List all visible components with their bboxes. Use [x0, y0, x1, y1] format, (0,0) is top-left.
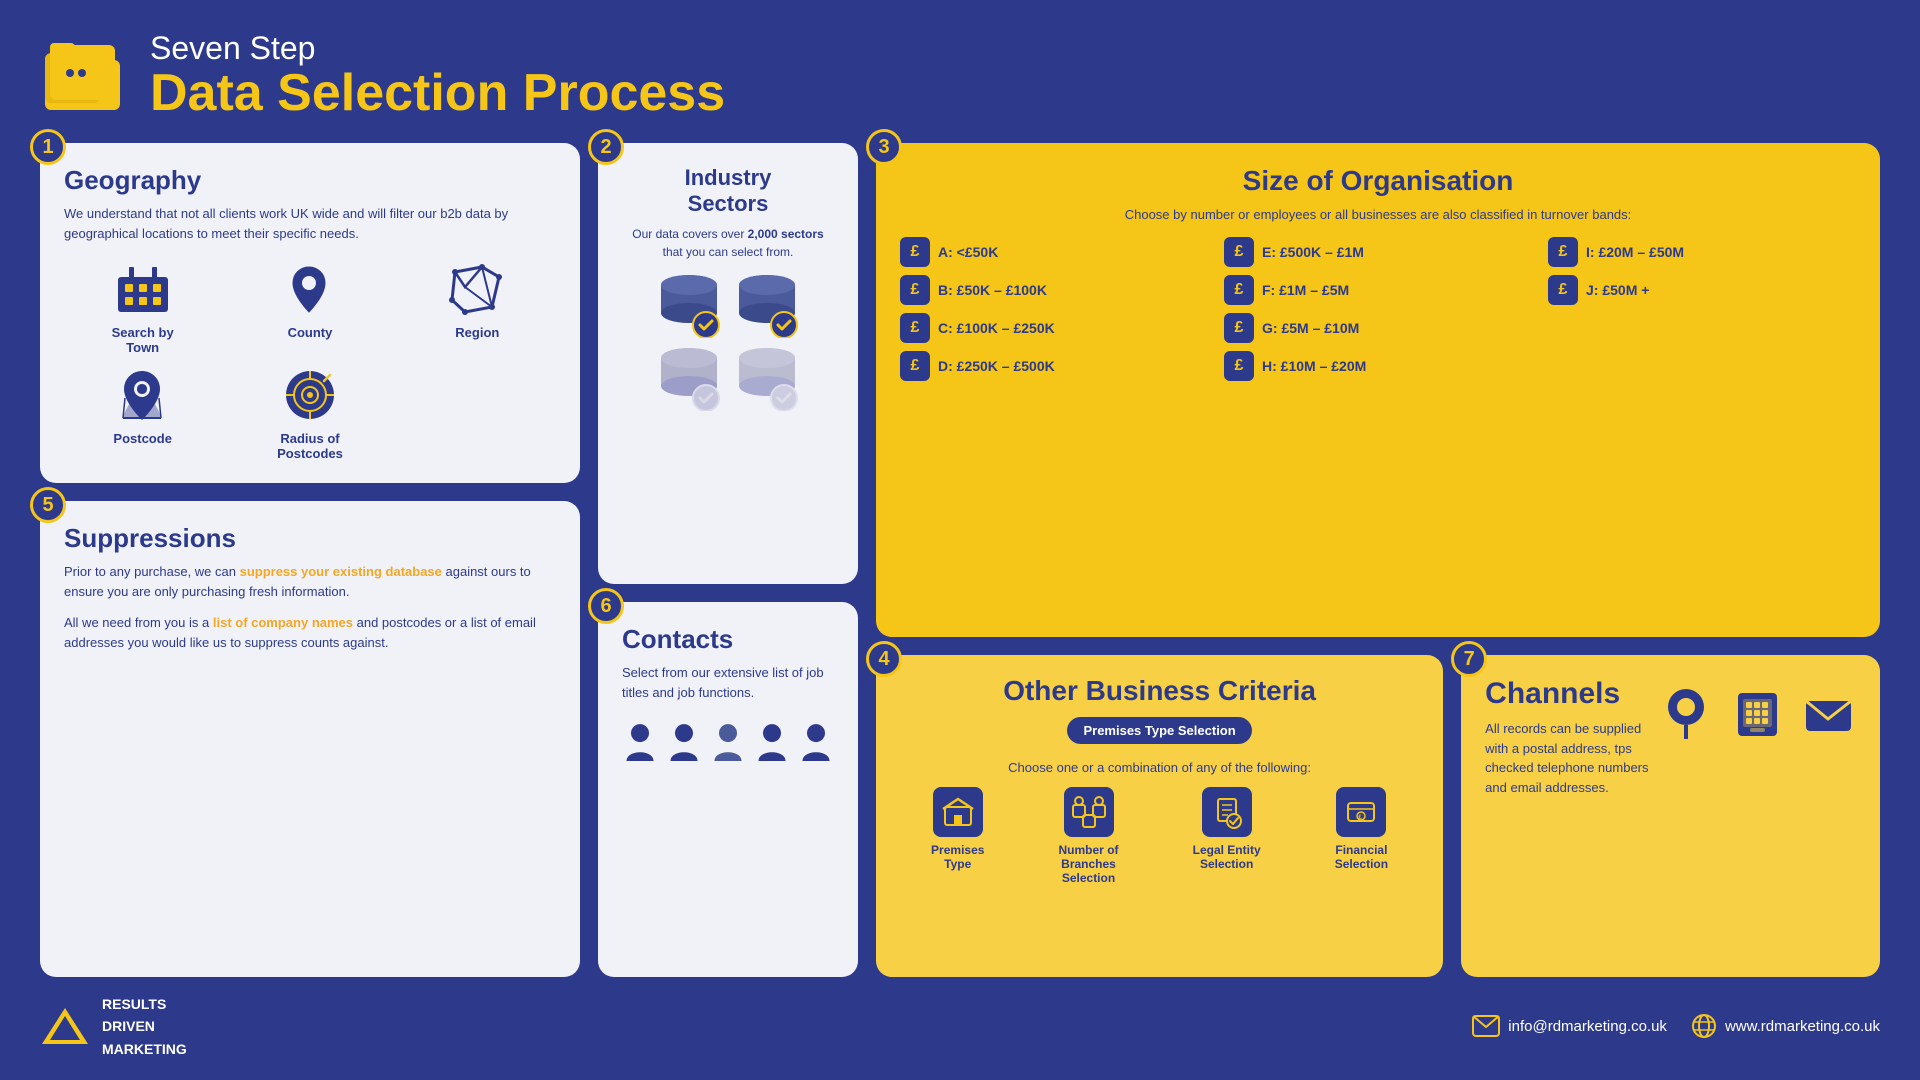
geography-card: 1 Geography We understand that not all c…: [40, 143, 580, 483]
band-j: £ J: £50M +: [1548, 275, 1856, 305]
geo-label-region: Region: [455, 325, 499, 340]
other-financial: £ FinancialSelection: [1335, 787, 1388, 871]
band-h: £ H: £10M – £20M: [1224, 351, 1532, 381]
size-bands-grid: £ A: <£50K £ E: £500K – £1M £ I: £20M – …: [900, 237, 1856, 381]
geo-label-town: Search byTown: [112, 325, 174, 355]
footer-brand-text: RESULTS DRIVEN MARKETING: [102, 993, 187, 1060]
channels-contact-icons: [1659, 687, 1856, 742]
header-icon: [40, 35, 130, 115]
header-text: Seven Step Data Selection Process: [150, 30, 725, 119]
premises-badge: Premises Type Selection: [1067, 717, 1251, 744]
suppressions-title: Suppressions: [64, 523, 556, 554]
footer-contact: info@rdmarketing.co.uk www.rdmarketing.c…: [1472, 1013, 1880, 1039]
band-a: £ A: <£50K: [900, 237, 1208, 267]
industry-title: IndustrySectors: [622, 165, 834, 217]
contacts-person-icons: [622, 718, 834, 768]
footer-email: info@rdmarketing.co.uk: [1508, 1018, 1667, 1035]
size-subtitle: Choose by number or employees or all bus…: [900, 205, 1856, 225]
header-title: Data Selection Process: [150, 67, 725, 119]
size-card: 3 Size of Organisation Choose by number …: [876, 143, 1880, 637]
step-6-number: 6: [588, 588, 624, 624]
industry-body: Our data covers over 2,000 sectors that …: [622, 225, 834, 261]
other-title: Other Business Criteria: [900, 675, 1419, 707]
footer: RESULTS DRIVEN MARKETING info@rdmarketin…: [40, 993, 1880, 1060]
band-g: £ G: £5M – £10M: [1224, 313, 1532, 343]
header-subtitle: Seven Step: [150, 30, 725, 67]
step-1-number: 1: [30, 129, 66, 165]
step-5-number: 5: [30, 487, 66, 523]
other-branches-label: Number ofBranchesSelection: [1059, 843, 1119, 885]
other-premises: PremisesType: [931, 787, 984, 871]
footer-logo: RESULTS DRIVEN MARKETING: [40, 993, 187, 1060]
geo-item-county: County: [231, 259, 388, 355]
suppressions-body2: All we need from you is a list of compan…: [64, 613, 556, 652]
step-7-number: 7: [1451, 641, 1487, 677]
band-i: £ I: £20M – £50M: [1548, 237, 1856, 267]
geo-label-postcode: Postcode: [113, 431, 172, 446]
band-d: £ D: £250K – £500K: [900, 351, 1208, 381]
other-premises-label: PremisesType: [931, 843, 984, 871]
band-c: £ C: £100K – £250K: [900, 313, 1208, 343]
other-subtitle: Choose one or a combination of any of th…: [900, 760, 1419, 775]
step-2-number: 2: [588, 129, 624, 165]
database-icons: [622, 273, 834, 411]
geo-item-town: Search byTown: [64, 259, 221, 355]
band-b: £ B: £50K – £100K: [900, 275, 1208, 305]
geo-label-county: County: [288, 325, 333, 340]
footer-website: www.rdmarketing.co.uk: [1725, 1018, 1880, 1035]
geo-label-radius: Radius ofPostcodes: [277, 431, 343, 461]
geo-item-region: Region: [399, 259, 556, 355]
header: Seven Step Data Selection Process: [40, 30, 1880, 119]
footer-email-item: info@rdmarketing.co.uk: [1472, 1015, 1667, 1037]
other-branches: Number ofBranchesSelection: [1059, 787, 1119, 885]
other-legal-label: Legal EntitySelection: [1193, 843, 1261, 871]
contacts-body: Select from our extensive list of job ti…: [622, 663, 834, 702]
channels-title: Channels: [1485, 677, 1659, 711]
other-business-card: 4 Other Business Criteria Premises Type …: [876, 655, 1443, 977]
suppressions-card: 5 Suppressions Prior to any purchase, we…: [40, 501, 580, 977]
geography-title: Geography: [64, 165, 556, 196]
other-legal: Legal EntitySelection: [1193, 787, 1261, 871]
step-4-number: 4: [866, 641, 902, 677]
band-e: £ E: £500K – £1M: [1224, 237, 1532, 267]
step-3-number: 3: [866, 129, 902, 165]
other-financial-label: FinancialSelection: [1335, 843, 1388, 871]
band-f: £ F: £1M – £5M: [1224, 275, 1532, 305]
industry-card: 2 IndustrySectors Our data covers over 2…: [598, 143, 858, 584]
channels-card: 7 Channels All records can be supplied w…: [1461, 655, 1880, 977]
geography-body: We understand that not all clients work …: [64, 204, 556, 243]
suppressions-body1: Prior to any purchase, we can suppress y…: [64, 562, 556, 601]
geo-item-postcode: Postcode: [64, 365, 221, 461]
geo-item-radius: Radius ofPostcodes: [231, 365, 388, 461]
other-biz-items: PremisesType: [900, 787, 1419, 885]
contacts-card: 6 Contacts Select from our extensive lis…: [598, 602, 858, 977]
size-title: Size of Organisation: [900, 165, 1856, 197]
footer-website-item: www.rdmarketing.co.uk: [1691, 1013, 1880, 1039]
geography-icons: Search byTown County: [64, 259, 556, 461]
contacts-title: Contacts: [622, 624, 834, 655]
channels-body: All records can be supplied with a posta…: [1485, 719, 1659, 797]
